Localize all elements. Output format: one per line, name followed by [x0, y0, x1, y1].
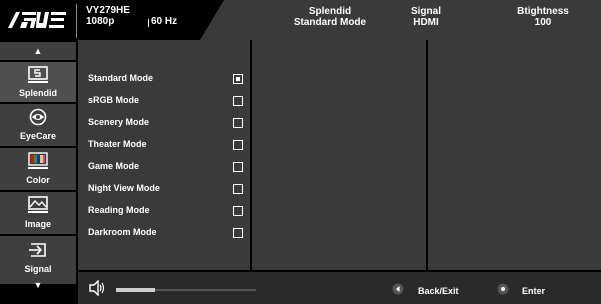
option-label: Reading Mode: [88, 205, 150, 215]
top-bar: VY279HE 1080p 60 Hz Splendid Standard Mo…: [0, 0, 601, 40]
option-theater-mode[interactable]: Theater Mode: [88, 137, 248, 153]
nav-down-arrow-icon[interactable]: ▼: [0, 276, 76, 294]
header-divider: [76, 4, 77, 38]
nav-item-eyecare-label: EyeCare: [19, 131, 57, 141]
menu-panel-detail: [428, 40, 601, 270]
option-label: Game Mode: [88, 161, 140, 171]
back-key-icon: [392, 283, 404, 295]
splendid-icon: [28, 66, 48, 83]
option-label: Night View Mode: [88, 183, 160, 193]
option-label: Standard Mode: [88, 73, 154, 83]
checkbox[interactable]: [233, 96, 243, 106]
status-splendid: Splendid Standard Mode: [280, 6, 380, 28]
status-signal: Signal HDMI: [401, 6, 451, 28]
checkbox[interactable]: [233, 206, 243, 216]
option-srgb-mode[interactable]: sRGB Mode: [88, 93, 248, 109]
status-brightness: Btightness 100: [508, 6, 578, 28]
option-label: Theater Mode: [88, 139, 147, 149]
checkbox[interactable]: [233, 162, 243, 172]
volume-slider-fill: [116, 288, 155, 292]
status-brightness-title: Btightness: [517, 6, 569, 17]
nav-item-splendid[interactable]: Splendid: [0, 62, 76, 102]
resolution-separator: [148, 19, 149, 27]
nav-up-arrow-icon[interactable]: ▲: [0, 42, 76, 60]
eye-icon: [29, 108, 47, 126]
checkbox[interactable]: [233, 140, 243, 150]
signal-icon: [29, 243, 46, 257]
speaker-icon: [89, 280, 105, 296]
checkbox[interactable]: [233, 118, 243, 128]
asus-logo: [6, 8, 68, 32]
model-name: VY279HE: [86, 5, 130, 16]
resolution: 1080p: [86, 16, 115, 27]
status-splendid-value: Standard Mode: [293, 17, 367, 28]
status-signal-title: Signal: [410, 6, 441, 17]
enter-key-icon: [497, 283, 509, 295]
status-splendid-title: Splendid: [308, 6, 352, 17]
menu-panel-sub: [252, 40, 426, 270]
nav-item-splendid-label: Splendid: [19, 88, 57, 98]
option-scenery-mode[interactable]: Scenery Mode: [88, 115, 248, 131]
option-reading-mode[interactable]: Reading Mode: [88, 203, 248, 219]
status-brightness-value: 100: [534, 17, 552, 28]
nav-item-signal-label: Signal: [24, 264, 52, 274]
nav-item-image[interactable]: Image: [0, 192, 76, 234]
osd-menu: VY279HE 1080p 60 Hz Splendid Standard Mo…: [0, 0, 601, 304]
refresh-rate: 60 Hz: [151, 16, 178, 27]
option-label: Darkroom Mode: [88, 227, 157, 237]
nav-item-eyecare[interactable]: EyeCare: [0, 104, 76, 146]
image-icon: [28, 196, 48, 213]
asus-logo-icon: [8, 12, 66, 28]
checkbox[interactable]: [233, 228, 243, 238]
option-night-view-mode[interactable]: Night View Mode: [88, 181, 248, 197]
checkbox[interactable]: [233, 184, 243, 194]
color-icon: [28, 152, 48, 169]
nav-item-color[interactable]: Color: [0, 148, 76, 190]
option-label: sRGB Mode: [88, 95, 140, 105]
back-exit-label: Back/Exit: [418, 286, 459, 296]
checkbox-checked[interactable]: [233, 74, 243, 84]
option-game-mode[interactable]: Game Mode: [88, 159, 248, 175]
left-nav: ▲ Splendid EyeCare Color Image Signal ▼: [0, 40, 76, 304]
option-standard-mode[interactable]: Standard Mode: [88, 71, 248, 87]
nav-item-image-label: Image: [24, 219, 51, 229]
option-label: Scenery Mode: [88, 117, 150, 127]
enter-label: Enter: [522, 286, 546, 296]
status-signal-value: HDMI: [413, 17, 439, 28]
nav-item-color-label: Color: [26, 175, 50, 185]
option-darkroom-mode[interactable]: Darkroom Mode: [88, 225, 248, 241]
